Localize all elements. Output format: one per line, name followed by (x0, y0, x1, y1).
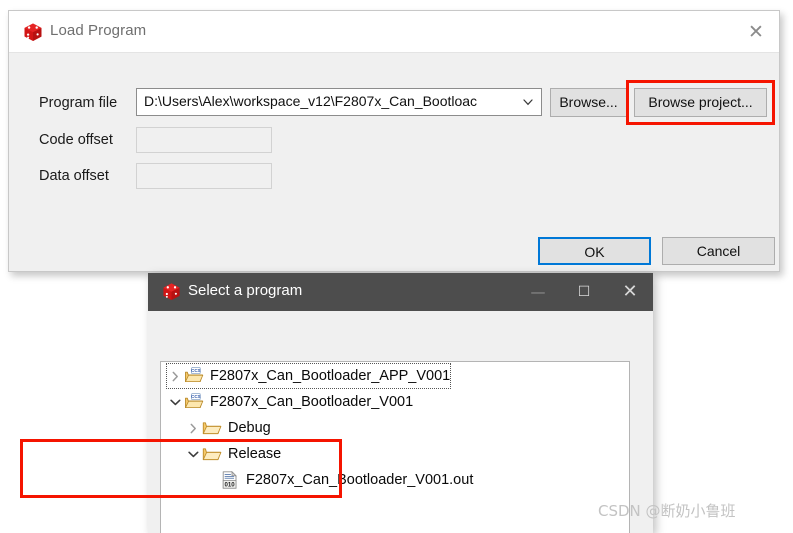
code-offset-input[interactable] (136, 127, 272, 153)
tree-item[interactable]: 010 F2807x_Can_Bootloader_V001.out (203, 468, 473, 492)
tree-item[interactable]: Debug (185, 416, 271, 440)
svg-text:010: 010 (225, 481, 236, 488)
browse-project-button[interactable]: Browse project... (634, 88, 767, 117)
data-offset-label: Data offset (39, 168, 109, 184)
tree-item-label: Debug (228, 420, 271, 436)
binary-file-icon: 010 (220, 470, 240, 489)
folder-icon (202, 445, 222, 463)
load-program-title: Load Program (50, 22, 147, 39)
folder-icon (202, 419, 222, 437)
close-icon[interactable]: ✕ (607, 273, 653, 311)
program-file-combobox[interactable]: D:\Users\Alex\workspace_v12\F2807x_Can_B… (136, 88, 542, 116)
minimize-icon[interactable]: — (515, 273, 561, 311)
tree-item-label: Release (228, 446, 282, 462)
screenshot-root: Load Program ✕ Program file D:\Users\Ale… (0, 0, 793, 533)
tree-item-label: F2807x_Can_Bootloader_APP_V001 (210, 368, 451, 384)
program-file-label: Program file (39, 95, 118, 111)
load-program-titlebar: Load Program ✕ (9, 11, 779, 53)
chevron-down-icon[interactable] (185, 446, 202, 463)
data-offset-input[interactable] (136, 163, 272, 189)
ok-button[interactable]: OK (538, 237, 651, 265)
cancel-button[interactable]: Cancel (662, 237, 775, 265)
program-file-value: D:\Users\Alex\workspace_v12\F2807x_Can_B… (144, 93, 478, 109)
select-program-titlebar: Select a program — ☐ ✕ (148, 273, 653, 311)
select-program-title: Select a program (188, 282, 303, 299)
browse-button[interactable]: Browse... (550, 88, 627, 117)
chevron-down-icon[interactable] (521, 95, 535, 109)
tree-item[interactable]: CCS F2807x_Can_Bootloader_V001 (167, 390, 413, 414)
chevron-down-icon[interactable] (167, 394, 184, 411)
select-a-program-dialog: Select a program — ☐ ✕ CCS F2807x_Can_Boo… (148, 273, 653, 533)
select-program-body: CCS F2807x_Can_Bootloader_APP_V001 CCS F280… (148, 311, 653, 533)
csdn-watermark: CSDN @断奶小鲁班 (598, 502, 736, 520)
ccs-project-folder-icon: CCS (184, 367, 204, 385)
tree-item[interactable]: CCS F2807x_Can_Bootloader_APP_V001 (165, 363, 452, 389)
chevron-right-icon[interactable] (167, 368, 184, 385)
code-offset-label: Code offset (39, 132, 113, 148)
svg-text:CCS: CCS (191, 368, 201, 373)
ccs-project-folder-icon: CCS (184, 393, 204, 411)
chevron-right-icon[interactable] (185, 420, 202, 437)
svg-text:CCS: CCS (191, 394, 201, 399)
tree-item-label: F2807x_Can_Bootloader_V001.out (246, 472, 474, 488)
maximize-icon[interactable]: ☐ (561, 273, 607, 311)
red-cube-icon (23, 22, 43, 42)
load-program-dialog: Load Program ✕ Program file D:\Users\Ale… (8, 10, 780, 272)
red-cube-icon (162, 282, 181, 301)
close-icon[interactable]: ✕ (743, 20, 769, 44)
tree-arrow-spacer (203, 472, 220, 489)
program-tree-panel[interactable]: CCS F2807x_Can_Bootloader_APP_V001 CCS F280… (160, 361, 630, 533)
tree-item[interactable]: Release (185, 442, 281, 466)
tree-item-label: F2807x_Can_Bootloader_V001 (210, 394, 414, 410)
